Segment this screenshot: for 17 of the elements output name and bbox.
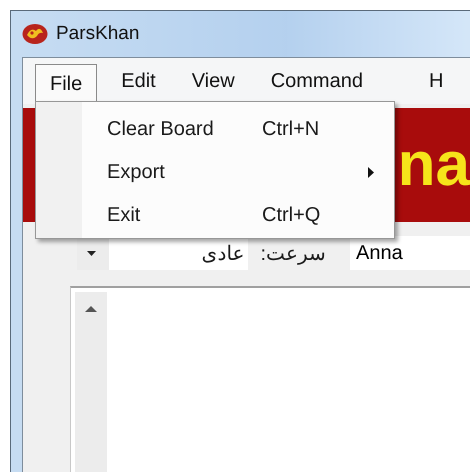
window-title: ParsKhan [56,23,140,45]
menu-entry[interactable]: Clear Board Ctrl+N [36,108,394,151]
menu-entry[interactable]: Export [36,151,394,194]
player-field[interactable]: Anna [350,236,470,270]
menu-item[interactable]: H [416,62,456,100]
menu-item[interactable]: View [180,62,247,100]
speed-dropdown[interactable]: عادی [77,236,248,270]
menu-item[interactable]: Edit [109,62,168,100]
scrollbar[interactable] [75,292,107,472]
caret-icon [87,250,96,256]
speed-label: سرعت: [260,242,326,266]
app-icon [22,23,48,45]
submenu-arrow-icon [368,167,374,178]
banner-text: na [398,134,470,196]
scroll-up-icon[interactable] [85,306,97,312]
menu-item[interactable]: Command [258,62,375,100]
menu-entry[interactable]: Exit Ctrl+Q [36,194,394,237]
